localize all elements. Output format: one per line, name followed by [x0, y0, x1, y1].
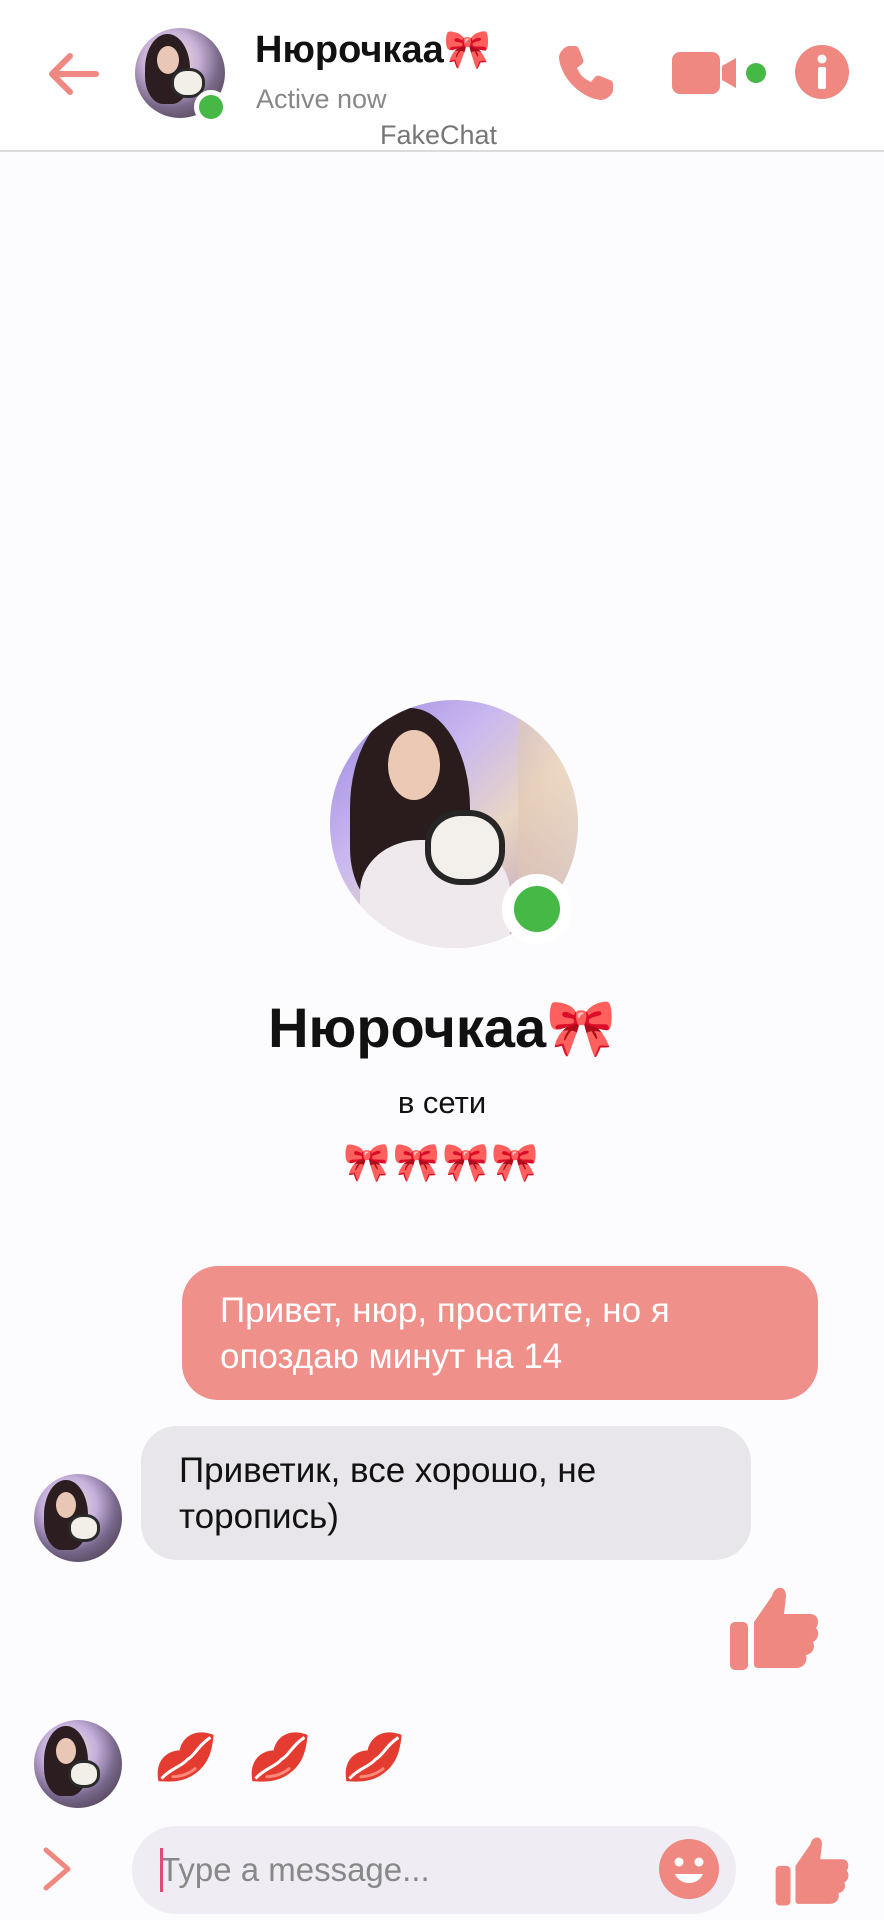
message-input[interactable] — [160, 1838, 630, 1902]
message-input-container[interactable] — [132, 1826, 736, 1914]
sender-avatar[interactable] — [34, 1474, 122, 1562]
contact-status: Active now — [256, 84, 387, 114]
profile-name: Нюрочкаа🎀 — [268, 996, 616, 1059]
contact-name[interactable]: Нюрочкаа🎀 — [255, 28, 491, 72]
lips-icon — [345, 1732, 402, 1782]
outgoing-message-bubble[interactable]: Привет, нюр, простите, но я опоздаю мину… — [182, 1266, 818, 1400]
smiley-icon[interactable] — [658, 1838, 720, 1900]
profile-decoration: 🎀🎀🎀🎀 — [343, 1140, 541, 1184]
chevron-right-icon[interactable] — [38, 1844, 78, 1894]
chat-header: Нюрочкаа🎀 Active now FakeChat — [0, 0, 884, 152]
emoji-message[interactable] — [146, 1718, 414, 1806]
online-indicator — [194, 90, 228, 124]
thumbs-up-icon[interactable] — [774, 1830, 850, 1910]
info-icon[interactable] — [794, 44, 850, 100]
profile-subtitle: в сети — [397, 1085, 487, 1120]
app-watermark: FakeChat — [380, 120, 498, 150]
incoming-message-bubble[interactable]: Приветик, все хорошо, не торопись) — [141, 1426, 751, 1560]
lips-icon — [251, 1732, 308, 1782]
lips-icon — [157, 1732, 214, 1782]
text-cursor — [160, 1848, 163, 1892]
thumbs-up-icon[interactable] — [728, 1582, 820, 1672]
video-camera-icon[interactable] — [670, 48, 770, 98]
sender-avatar[interactable] — [34, 1720, 122, 1808]
phone-icon[interactable] — [555, 42, 617, 104]
back-arrow-icon[interactable] — [44, 44, 104, 104]
profile-online-indicator — [502, 874, 572, 944]
